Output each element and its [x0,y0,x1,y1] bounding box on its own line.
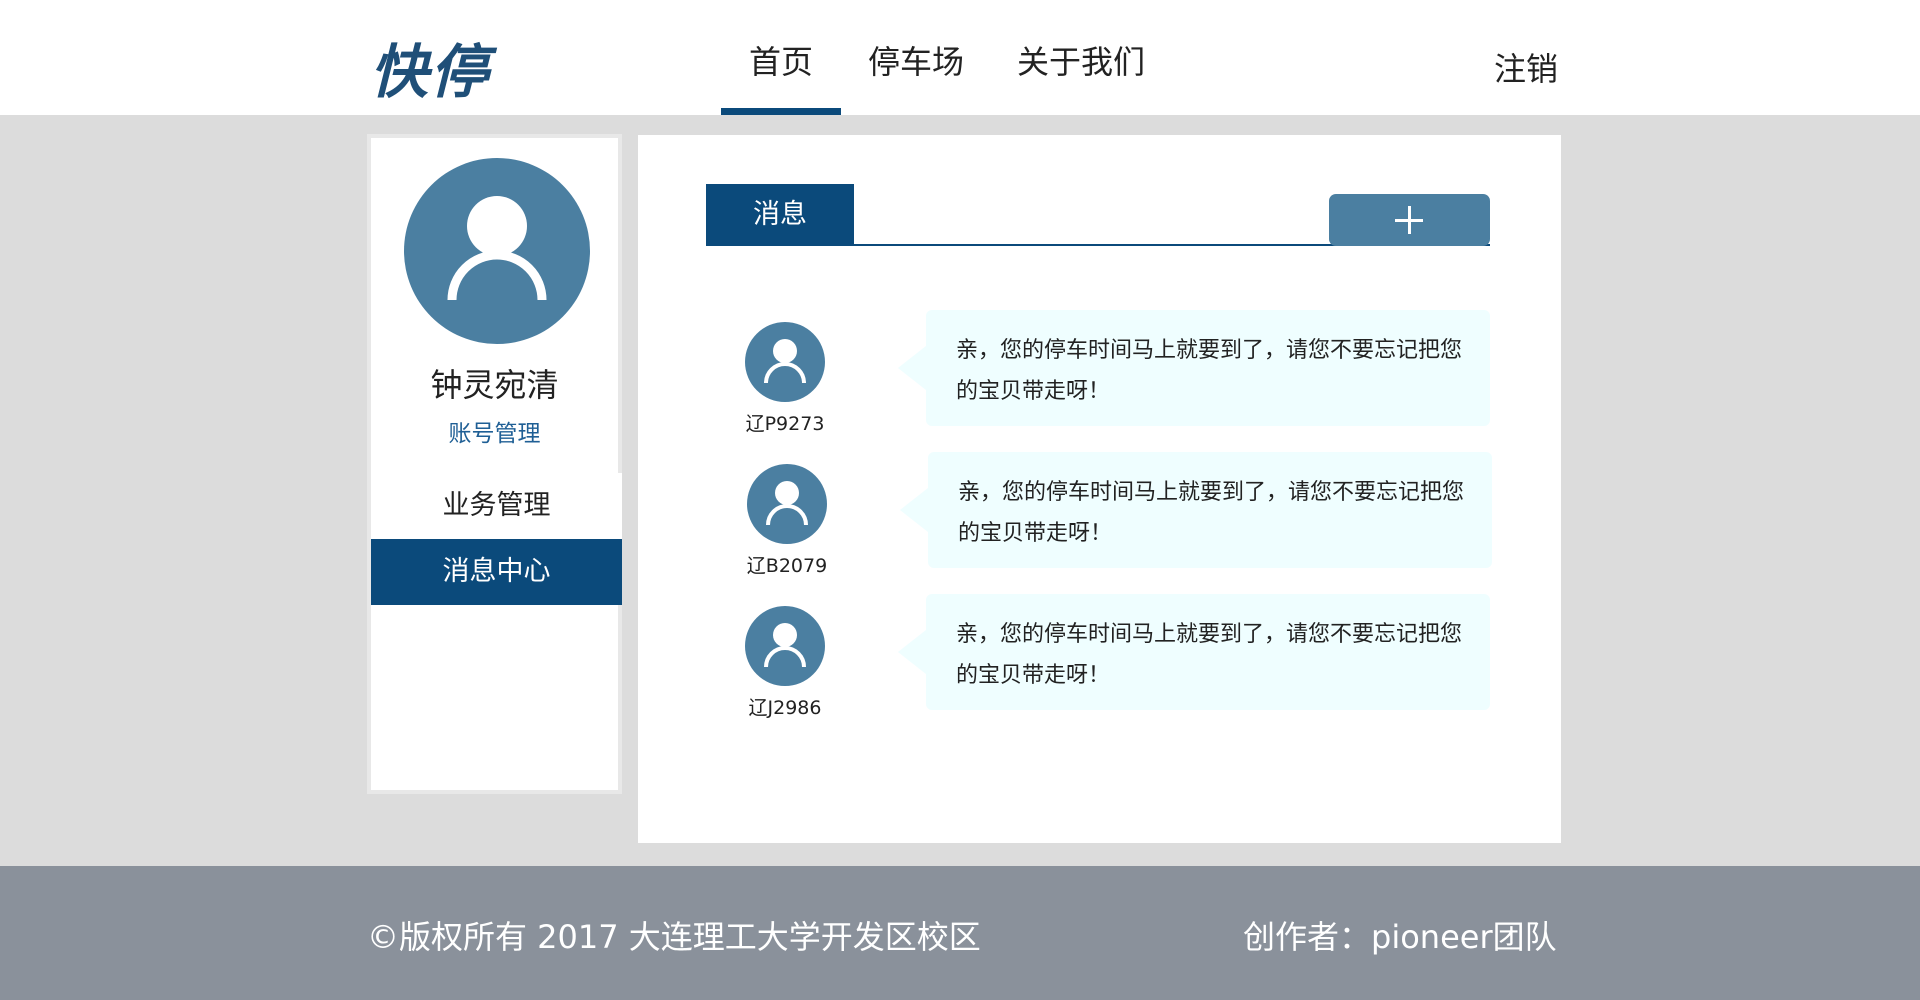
message-bubble: 亲，您的停车时间马上就要到了，请您不要忘记把您的宝贝带走呀！ [898,310,1490,426]
footer: ©版权所有 2017 大连理工大学开发区校区 创作者：pioneer团队 [0,866,1920,1000]
creator-text: 创作者：pioneer团队 [1243,918,1557,956]
message-avatar [745,606,825,686]
main-nav: 首页 停车场 关于我们 [721,0,1171,115]
tab-messages[interactable]: 消息 [706,184,854,246]
message-item: 辽J2986 亲，您的停车时间马上就要到了，请您不要忘记把您的宝贝带走呀！ [638,594,1561,719]
nav-item-about[interactable]: 关于我们 [991,0,1171,115]
message-avatar [747,464,827,544]
add-message-button[interactable] [1329,194,1490,246]
user-name: 钟灵宛清 [430,366,559,404]
logo[interactable]: 快停 [370,25,490,109]
user-icon [447,196,547,301]
message-bubble: 亲，您的停车时间马上就要到了，请您不要忘记把您的宝贝带走呀！ [898,594,1490,710]
account-management-link[interactable]: 账号管理 [371,414,618,448]
top-header: 快停 首页 停车场 关于我们 注销 [0,0,1920,115]
message-panel: 消息 辽P9273 亲，您的停车时间马上就要到了，请您不要忘记把您的宝贝带走呀！… [638,135,1561,843]
message-avatar [745,322,825,402]
user-icon [764,623,806,668]
user-icon [766,481,808,526]
nav-item-parking[interactable]: 停车场 [841,0,991,115]
logout-link[interactable]: 注销 [1494,44,1558,90]
message-item: 辽B2079 亲，您的停车时间马上就要到了，请您不要忘记把您的宝贝带走呀！ [638,452,1561,577]
copyright-text: ©版权所有 2017 大连理工大学开发区校区 [367,918,981,956]
sidebar-item-business[interactable]: 业务管理 [371,473,622,539]
sidebar: 钟灵宛清 账号管理 业务管理 消息中心 [367,134,622,794]
license-plate: 辽P9273 [745,413,825,435]
message-item: 辽P9273 亲，您的停车时间马上就要到了，请您不要忘记把您的宝贝带走呀！ [638,310,1561,435]
nav-item-home[interactable]: 首页 [721,0,841,115]
message-bubble: 亲，您的停车时间马上就要到了，请您不要忘记把您的宝贝带走呀！ [900,452,1492,568]
user-avatar [404,158,590,344]
license-plate: 辽B2079 [746,555,828,577]
license-plate: 辽J2986 [748,697,822,719]
sidebar-item-messages[interactable]: 消息中心 [371,539,622,605]
user-icon [764,339,806,384]
plus-icon-vertical [1408,206,1411,234]
